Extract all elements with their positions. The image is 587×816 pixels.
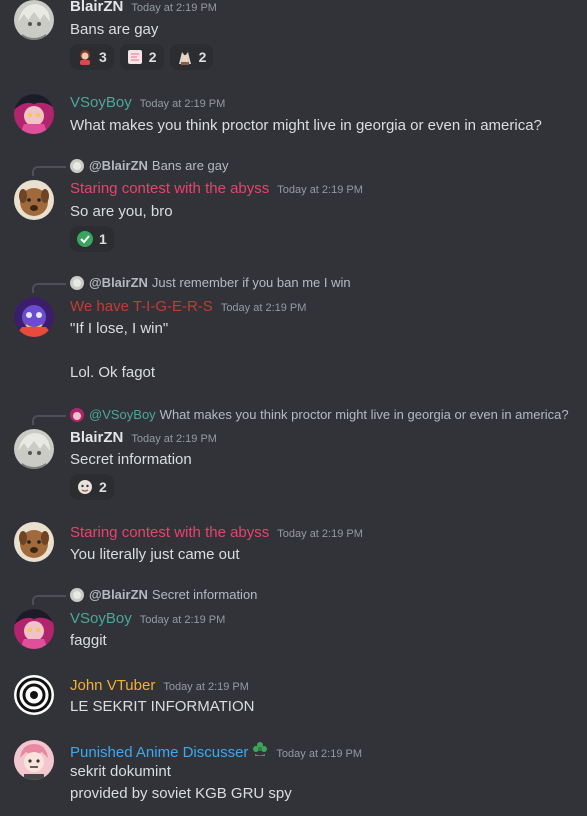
reply-connector bbox=[32, 283, 66, 293]
reaction-count: 3 bbox=[99, 49, 107, 65]
face-emoji-icon bbox=[78, 480, 92, 494]
reaction-count: 2 bbox=[99, 479, 107, 495]
username[interactable]: VSoyBoy bbox=[70, 94, 132, 111]
user-avatar-vsoyboy[interactable] bbox=[14, 609, 54, 649]
username[interactable]: VSoyBoy bbox=[70, 610, 132, 627]
timestamp: Today at 2:19 PM bbox=[276, 748, 363, 760]
message-item: Staring contest with the abyss Today at … bbox=[0, 522, 587, 568]
pink-sticker-emoji-icon bbox=[127, 50, 142, 64]
reply-text: Just remember if you ban me I win bbox=[151, 275, 351, 290]
username[interactable]: BlairZN bbox=[70, 429, 123, 446]
user-avatar-punished-anime-discusser[interactable] bbox=[14, 740, 54, 780]
timestamp: Today at 2:19 PM bbox=[220, 302, 307, 314]
message-text: Bans are gay bbox=[70, 21, 159, 38]
anime-girl-emoji-icon bbox=[80, 50, 90, 65]
reply-author: @BlairZN bbox=[89, 587, 148, 602]
message-item: @BlairZN Bans are gay Staring contest wi… bbox=[0, 158, 587, 252]
username[interactable]: John VTuber bbox=[70, 677, 155, 694]
reaction-count: 2 bbox=[198, 49, 207, 65]
green-flower-badge-icon bbox=[253, 742, 268, 756]
reply-preview[interactable]: @BlairZN Secret information bbox=[70, 587, 257, 602]
user-avatar-blairzn[interactable] bbox=[14, 0, 54, 40]
reply-avatar bbox=[70, 587, 84, 602]
reaction-button[interactable]: 2 bbox=[119, 44, 164, 70]
message-text: sekrit dokumint bbox=[70, 763, 171, 780]
reaction-button[interactable]: 3 bbox=[70, 44, 114, 70]
reply-preview[interactable]: @BlairZN Just remember if you ban me I w… bbox=[70, 275, 351, 290]
username[interactable]: Staring contest with the abyss bbox=[70, 180, 269, 197]
timestamp: Today at 2:19 PM bbox=[277, 528, 363, 540]
reply-avatar bbox=[70, 158, 84, 173]
reply-preview[interactable]: @VSoyBoy What makes you think proctor mi… bbox=[70, 407, 569, 422]
user-avatar-staring-contest[interactable] bbox=[14, 522, 54, 562]
reply-connector bbox=[32, 595, 66, 605]
message-text: Secret information bbox=[70, 451, 192, 468]
reply-text: Secret information bbox=[151, 587, 258, 602]
username[interactable]: Staring contest with the abyss bbox=[70, 524, 269, 541]
message-text: provided by soviet KGB GRU spy bbox=[70, 785, 292, 802]
anime-character-emoji-icon bbox=[178, 52, 191, 65]
reply-text: Bans are gay bbox=[151, 158, 229, 173]
message-text: You literally just came out bbox=[70, 546, 240, 563]
message-text: LE SEKRIT INFORMATION bbox=[70, 698, 255, 715]
check-mark-emoji-icon bbox=[77, 231, 93, 247]
message-item: @BlairZN Secret information VSoyBoy Toda… bbox=[0, 587, 587, 655]
message-text: "If I lose, I win" bbox=[70, 320, 169, 337]
user-avatar-vsoyboy[interactable] bbox=[14, 94, 54, 134]
message-item: @BlairZN Just remember if you ban me I w… bbox=[0, 275, 587, 385]
username[interactable]: Punished Anime Discusser bbox=[70, 744, 248, 761]
reactions-row: 1 bbox=[70, 226, 114, 252]
reaction-button[interactable]: 2 bbox=[70, 474, 114, 500]
message-item: VSoyBoy Today at 2:19 PM What makes you … bbox=[0, 94, 587, 140]
reaction-count: 1 bbox=[99, 231, 107, 247]
timestamp: Today at 2:19 PM bbox=[277, 184, 363, 196]
message-text: faggit bbox=[70, 632, 107, 649]
message-text: So are you, bro bbox=[70, 203, 173, 220]
reply-avatar bbox=[70, 407, 84, 422]
user-avatar-tigers[interactable] bbox=[14, 297, 54, 337]
timestamp: Today at 2:19 PM bbox=[131, 433, 217, 445]
timestamp: Today at 2:19 PM bbox=[139, 614, 226, 626]
message-text: What makes you think proctor might live … bbox=[70, 117, 542, 134]
reply-text: What makes you think proctor might live … bbox=[159, 407, 569, 422]
message-text: Lol. Ok fagot bbox=[70, 364, 156, 381]
reaction-button[interactable]: 1 bbox=[70, 226, 114, 252]
timestamp: Today at 2:19 PM bbox=[131, 2, 217, 14]
timestamp: Today at 2:19 PM bbox=[139, 98, 226, 110]
reply-connector bbox=[32, 415, 66, 425]
username[interactable]: We have T-I-G-E-R-S bbox=[70, 298, 213, 315]
reply-author: @BlairZN bbox=[89, 275, 148, 290]
reply-preview[interactable]: @BlairZN Bans are gay bbox=[70, 158, 229, 173]
user-avatar-blairzn[interactable] bbox=[14, 429, 54, 469]
message-item: John VTuber Today at 2:19 PM LE SEKRIT I… bbox=[0, 675, 587, 721]
message-item: Punished Anime Discusser Today at 2:19 P… bbox=[0, 740, 587, 810]
message-item: @VSoyBoy What makes you think proctor mi… bbox=[0, 407, 587, 500]
reactions-row: 3 2 2 bbox=[70, 44, 214, 70]
reaction-count: 2 bbox=[148, 49, 157, 65]
username[interactable]: BlairZN bbox=[70, 0, 123, 15]
reactions-row: 2 bbox=[70, 474, 114, 500]
message-item: BlairZN Today at 2:19 PM Bans are gay 3 … bbox=[0, 0, 587, 72]
reply-author: @VSoyBoy bbox=[89, 407, 156, 422]
reply-connector bbox=[32, 166, 66, 176]
reply-author: @BlairZN bbox=[89, 158, 148, 173]
timestamp: Today at 2:19 PM bbox=[163, 681, 249, 693]
user-avatar-staring-contest[interactable] bbox=[14, 180, 54, 220]
reaction-button[interactable]: 2 bbox=[169, 44, 214, 70]
user-avatar-john-vtuber[interactable] bbox=[14, 675, 54, 715]
reply-avatar bbox=[70, 275, 84, 290]
